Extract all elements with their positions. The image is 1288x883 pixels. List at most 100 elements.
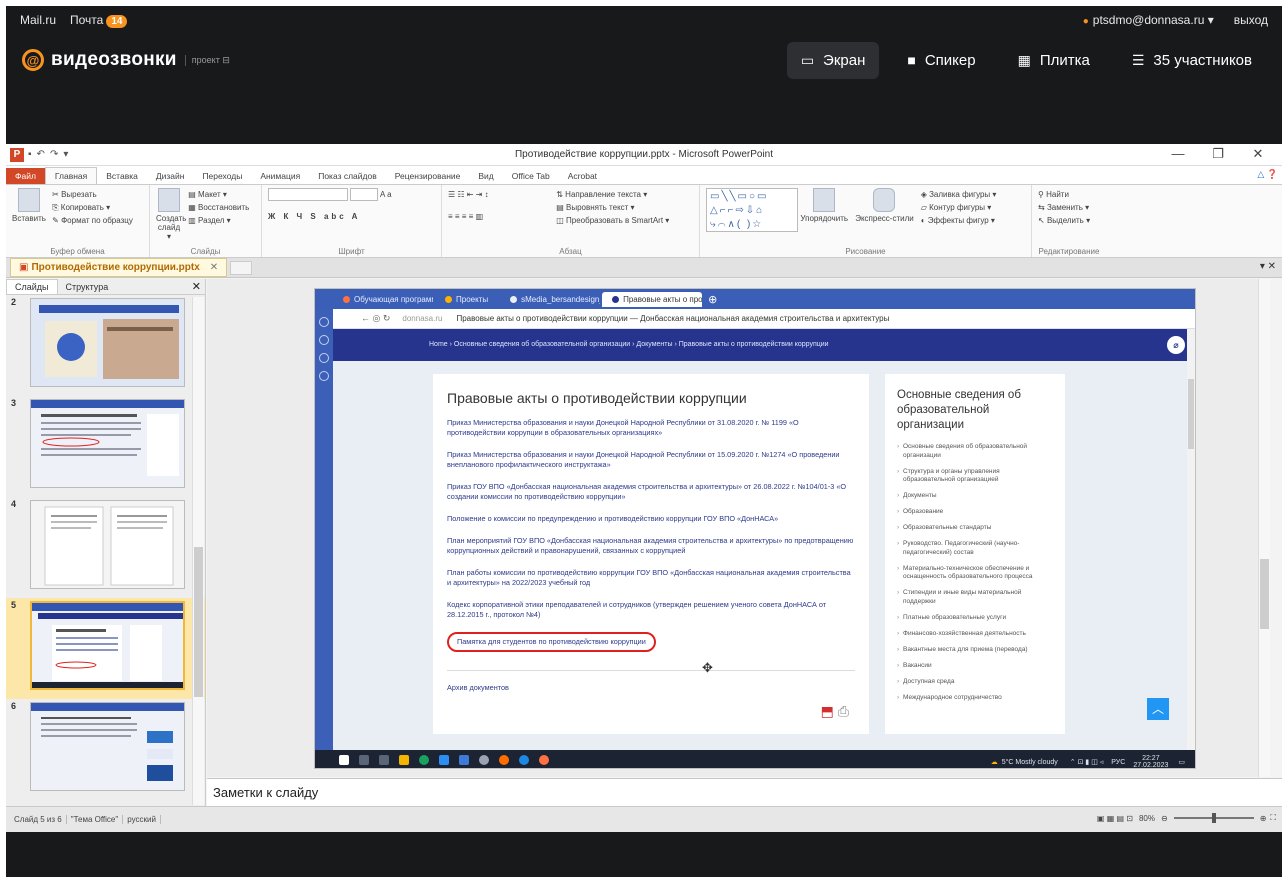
- help-icon[interactable]: △ ❓: [1257, 169, 1278, 180]
- chrome-icon[interactable]: [519, 755, 529, 765]
- zoom-slider[interactable]: [1173, 813, 1254, 823]
- notes-pane[interactable]: Заметки к слайду: [207, 778, 1282, 806]
- weather-text[interactable]: 5°C Mostly cloudy: [1002, 759, 1058, 766]
- breadcrumb[interactable]: Home › Основные сведения об образователь…: [429, 341, 829, 348]
- tab-insert[interactable]: Вставка: [97, 168, 147, 184]
- doc-link[interactable]: Положение о комиссии по предупреждению и…: [447, 514, 855, 524]
- archive-link[interactable]: Архив документов: [447, 683, 855, 693]
- scroll-thumb[interactable]: [1188, 379, 1194, 449]
- taskview-icon[interactable]: [379, 755, 389, 765]
- scroll-thumb[interactable]: [194, 547, 203, 697]
- reset-button[interactable]: ▦ Восстановить: [188, 201, 249, 214]
- close-panel-icon[interactable]: ✕: [192, 280, 201, 293]
- cut-button[interactable]: ✂ Вырезать: [52, 188, 133, 201]
- list-buttons-icon[interactable]: ☰ ☷ ⇤ ⇥ ↕: [448, 188, 554, 201]
- current-slide[interactable]: Обучающая программа Проекты sMedia_bersa…: [314, 288, 1196, 769]
- sidebar-menu-item[interactable]: Финансово-хозяйственная деятельность: [897, 630, 1053, 639]
- align-buttons-icon[interactable]: ≡ ≡ ≡ ≡ ▥: [448, 210, 554, 223]
- pochta-link[interactable]: Почта 14: [70, 13, 128, 28]
- new-tab-button[interactable]: [230, 260, 253, 275]
- sidebar-menu-item[interactable]: Основные сведения об образовательной орг…: [897, 443, 1053, 460]
- screen-mode-button[interactable]: ▭ Экран: [786, 41, 880, 79]
- copy-button[interactable]: ⎘ Копировать ▾: [52, 201, 133, 214]
- sidebar-menu-item[interactable]: Международное сотрудничество: [897, 694, 1053, 703]
- zoom-in-icon[interactable]: ⊕: [1260, 814, 1267, 823]
- edge-icon[interactable]: [419, 755, 429, 765]
- browser-scrollbar[interactable]: [1187, 329, 1195, 750]
- scroll-up-icon[interactable]: ︿: [1147, 698, 1169, 720]
- sidebar-menu-item[interactable]: Документы: [897, 492, 1053, 501]
- powerpoint-app-icon[interactable]: P: [10, 147, 24, 162]
- logout-link[interactable]: выход: [1234, 13, 1268, 27]
- theme-name[interactable]: "Тема Office": [67, 815, 124, 824]
- doc-link[interactable]: Приказ ГОУ ВПО «Донбасская национальная …: [447, 482, 855, 502]
- slide-scrollbar[interactable]: [1258, 279, 1270, 777]
- doc-link[interactable]: План мероприятий ГОУ ВПО «Донбасская нац…: [447, 536, 855, 556]
- tab-acrobat[interactable]: Acrobat: [559, 168, 606, 184]
- explorer-icon[interactable]: [399, 755, 409, 765]
- section-button[interactable]: ▥ Раздел ▾: [188, 214, 249, 227]
- browser-tab[interactable]: sMedia_bersandesign_asst: [500, 292, 600, 307]
- notifications-icon[interactable]: ▭: [1178, 758, 1185, 766]
- shape-fill-button[interactable]: ◈ Заливка фигуры ▾: [921, 188, 997, 201]
- sidebar-menu-item[interactable]: Вакансии: [897, 662, 1053, 671]
- format-painter-button[interactable]: ✎ Формат по образцу: [52, 214, 133, 227]
- new-browser-tab-icon[interactable]: ⊕: [708, 293, 717, 306]
- tab-file[interactable]: Файл: [6, 168, 45, 184]
- font-name-box[interactable]: [268, 188, 348, 202]
- participants-button[interactable]: ☰ 35 участников: [1118, 42, 1266, 79]
- mail-icon[interactable]: [459, 755, 469, 765]
- smartart-button[interactable]: ◫ Преобразовать в SmartArt ▾: [556, 214, 669, 227]
- grow-font-icon[interactable]: A: [380, 190, 385, 199]
- tab-transitions[interactable]: Переходы: [193, 168, 251, 184]
- tab-animation[interactable]: Анимация: [251, 168, 309, 184]
- slide-thumbnail-6[interactable]: 6: [6, 699, 205, 800]
- sidebar-icon[interactable]: [319, 317, 329, 327]
- sidebar-menu-item[interactable]: Доступная среда: [897, 678, 1053, 687]
- layout-button[interactable]: ▤ Макет ▾: [188, 188, 249, 201]
- scroll-thumb[interactable]: [1260, 559, 1269, 629]
- align-text-button[interactable]: ▤ Выровнять текст ▾: [556, 201, 669, 214]
- tab-view[interactable]: Вид: [469, 168, 502, 184]
- language[interactable]: русский: [123, 815, 161, 824]
- doc-link[interactable]: Приказ Министерства образования и науки …: [447, 450, 855, 470]
- browser-tab[interactable]: Проекты: [435, 292, 498, 307]
- shapes-gallery[interactable]: ▭╲╲▭○▭ △⌐⌐⇨⇩⌂ ⤷⌒∧( )☆: [706, 188, 798, 232]
- tab-outline[interactable]: Структура: [58, 280, 117, 294]
- paste-button[interactable]: Вставить: [12, 188, 46, 223]
- maximize-icon[interactable]: ❐: [1198, 146, 1238, 162]
- start-icon[interactable]: [339, 755, 349, 765]
- keyboard-language[interactable]: РУС: [1111, 759, 1125, 766]
- arrange-button[interactable]: Упорядочить: [800, 188, 848, 223]
- sidebar-menu-item[interactable]: Образовательные стандарты: [897, 524, 1053, 533]
- fit-to-window-icon[interactable]: ⛶: [1270, 813, 1276, 823]
- tab-slideshow[interactable]: Показ слайдов: [309, 168, 386, 184]
- opera-icon[interactable]: [499, 755, 509, 765]
- slide-thumbnail-4[interactable]: 4: [6, 497, 205, 598]
- close-tab-icon[interactable]: ✕: [210, 262, 218, 273]
- sidebar-menu-item[interactable]: Структура и органы управления образовате…: [897, 468, 1053, 485]
- find-button[interactable]: ⚲ Найти: [1038, 188, 1100, 201]
- print-icon[interactable]: ⎙: [838, 703, 849, 719]
- customize-qat-icon[interactable]: ▾: [63, 149, 68, 160]
- tab-menu-icons[interactable]: ▾ ✕: [1260, 261, 1276, 272]
- sidebar-menu-item[interactable]: Стипендии и иные виды материальной подде…: [897, 589, 1053, 606]
- doc-link[interactable]: Кодекс корпоративной этики преподавателе…: [447, 600, 855, 620]
- tab-review[interactable]: Рецензирование: [386, 168, 470, 184]
- tab-design[interactable]: Дизайн: [147, 168, 194, 184]
- doc-link[interactable]: План работы комиссии по противодействию …: [447, 568, 855, 588]
- slide-thumbnail-5[interactable]: 5: [6, 598, 205, 699]
- shape-outline-button[interactable]: ▱ Контур фигуры ▾: [921, 201, 997, 214]
- zoom-slider-knob[interactable]: [1211, 813, 1216, 823]
- sidebar-menu-item[interactable]: Материально-техническое обеспечение и ос…: [897, 565, 1053, 582]
- tab-slides[interactable]: Слайды: [6, 279, 58, 294]
- browser-tab-active[interactable]: Правовые акты о проти...: [602, 291, 703, 307]
- new-slide-button[interactable]: Создать слайд ▾: [156, 188, 186, 241]
- sidebar-icon[interactable]: [319, 353, 329, 363]
- select-button[interactable]: ↖ Выделить ▾: [1038, 214, 1100, 227]
- quick-styles-button[interactable]: Экспресс-стили: [854, 188, 914, 223]
- mailru-link[interactable]: Mail.ru: [20, 13, 56, 27]
- sidebar-menu-item[interactable]: Вакантные места для приема (перевода): [897, 646, 1053, 655]
- tab-office-tab[interactable]: Office Tab: [503, 168, 559, 184]
- slide-thumbnail-3[interactable]: 3: [6, 396, 205, 497]
